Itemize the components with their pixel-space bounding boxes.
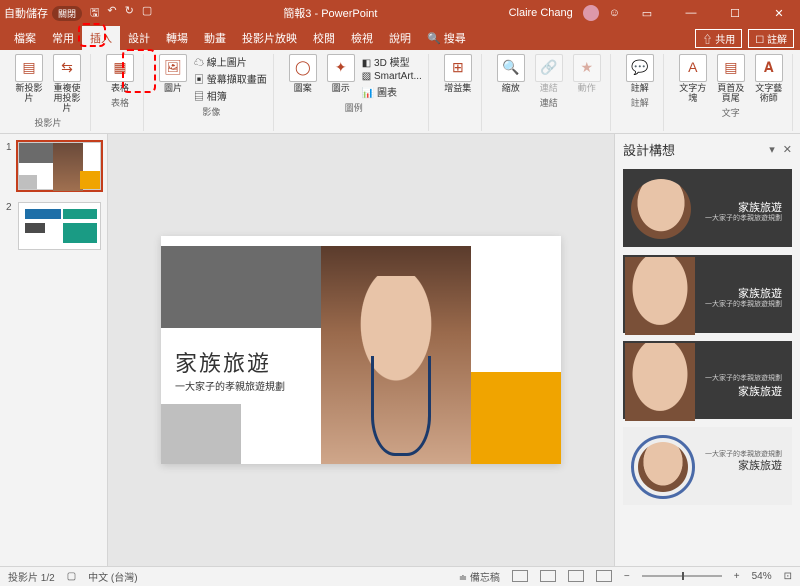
face-icon[interactable]: ☺: [609, 7, 620, 19]
comments-button[interactable]: ☐ 註解: [748, 29, 794, 48]
addins-button[interactable]: ⊞增益集: [441, 54, 475, 94]
smartart-button[interactable]: ▧ SmartArt...: [362, 71, 422, 82]
action-button[interactable]: ★動作: [570, 54, 604, 94]
status-bar: 投影片 1/2 ▢ 中文 (台灣) ≐ 備忘稿 − + 54% ⊡: [0, 566, 800, 586]
panel-title: 設計構想: [623, 140, 675, 159]
autosave-label: 自動儲存: [4, 5, 48, 21]
autosave-state: 關閉: [52, 6, 82, 21]
group-table: 表格: [111, 96, 129, 109]
slide-image-lanyard: [371, 356, 431, 456]
zoom-level[interactable]: 54%: [752, 571, 772, 582]
zoom-button[interactable]: 🔍縮放: [494, 54, 528, 94]
group-comment: 註解: [631, 96, 649, 109]
zoom-out-icon[interactable]: −: [624, 571, 630, 582]
slide-subtitle[interactable]: 一大家子的孝親旅遊規劃: [175, 378, 285, 393]
picture-button[interactable]: 🖼圖片: [156, 54, 190, 94]
design-idea-2[interactable]: 家族旅遊 一大家子的孝親旅遊規劃: [623, 255, 792, 333]
ribbon-tabs: 檔案 常用 插入 設計 轉場 動畫 投影片放映 校閱 檢視 說明 🔍 搜尋 ⇧ …: [0, 26, 800, 50]
notes-button[interactable]: ≐ 備忘稿: [459, 569, 500, 584]
icons-button[interactable]: ✦圖示: [324, 54, 358, 94]
slide-thumbnail-1[interactable]: [18, 142, 101, 190]
slide-thumbnail-2[interactable]: [18, 202, 101, 250]
thumb-number: 2: [6, 202, 14, 250]
online-picture-button[interactable]: ☁ 線上圖片: [194, 54, 267, 69]
close-icon[interactable]: ✕: [762, 7, 796, 20]
group-illustrations: 圖例: [345, 101, 363, 114]
model3d-button[interactable]: ◧ 3D 模型: [362, 54, 422, 69]
fit-window-icon[interactable]: ⊡: [784, 571, 792, 582]
slide-canvas[interactable]: 家族旅遊 一大家子的孝親旅遊規劃: [108, 134, 614, 566]
zoom-in-icon[interactable]: +: [734, 571, 740, 582]
screenshot-button[interactable]: ▣ 螢幕擷取畫面: [194, 71, 267, 86]
tab-slideshow[interactable]: 投影片放映: [234, 26, 305, 50]
panel-dropdown-icon[interactable]: ▾: [769, 143, 775, 156]
tab-home[interactable]: 常用: [44, 26, 82, 50]
redo-icon[interactable]: ↻: [125, 4, 134, 23]
group-slides: 投影片: [34, 116, 61, 129]
quick-access-toolbar: 🖫 ↶ ↻ ▢: [90, 4, 152, 23]
link-button[interactable]: 🔗連結: [532, 54, 566, 94]
user-name: Claire Chang: [509, 7, 573, 19]
new-slide-button[interactable]: ▤新投影片: [12, 54, 46, 104]
design-ideas-panel: 設計構想 ▾ ✕ 家族旅遊 一大家子的孝親旅遊規劃 家族旅遊 一大家子的孝親旅遊…: [614, 134, 800, 566]
photo-album-button[interactable]: ▤ 相簿: [194, 88, 267, 103]
tab-design[interactable]: 設計: [120, 26, 158, 50]
group-text: 文字: [722, 106, 740, 119]
wordart-button[interactable]: 𝐀文字藝術師: [752, 54, 786, 104]
maximize-icon[interactable]: ☐: [718, 7, 752, 20]
textbox-button[interactable]: A文字方塊: [676, 54, 710, 104]
tab-search[interactable]: 🔍 搜尋: [419, 26, 474, 50]
sorter-view-icon[interactable]: [540, 570, 556, 582]
title-bar: 自動儲存 關閉 🖫 ↶ ↻ ▢ 簡報3 - PowerPoint Claire …: [0, 0, 800, 26]
tab-view[interactable]: 檢視: [343, 26, 381, 50]
table-button[interactable]: ▦表格: [103, 54, 137, 94]
thumb-number: 1: [6, 142, 14, 190]
tab-insert[interactable]: 插入: [82, 26, 120, 50]
tab-file[interactable]: 檔案: [6, 26, 44, 50]
zoom-slider[interactable]: [642, 575, 722, 577]
slideshow-icon[interactable]: ▢: [142, 4, 152, 23]
normal-view-icon[interactable]: [512, 570, 528, 582]
slide-thumbnails: 1 2: [0, 134, 108, 566]
shapes-button[interactable]: ◯圖案: [286, 54, 320, 94]
save-icon[interactable]: 🖫: [90, 4, 99, 23]
slide-shape-yellow: [471, 372, 561, 464]
tab-help[interactable]: 說明: [381, 26, 419, 50]
ribbon-insert: ▤新投影片 ⇆重複使用投影片 投影片 ▦表格 表格 🖼圖片 ☁ 線上圖片 ▣ 螢…: [0, 50, 800, 134]
spellcheck-icon[interactable]: ▢: [67, 571, 76, 582]
undo-icon[interactable]: ↶: [107, 4, 116, 23]
slide-1[interactable]: 家族旅遊 一大家子的孝親旅遊規劃: [161, 236, 561, 464]
header-footer-button[interactable]: ▤頁首及頁尾: [714, 54, 748, 104]
tab-transitions[interactable]: 轉場: [158, 26, 196, 50]
reuse-slide-button[interactable]: ⇆重複使用投影片: [50, 54, 84, 114]
slide-shape-gray: [161, 246, 321, 328]
autosave-toggle[interactable]: 自動儲存 關閉: [4, 5, 82, 21]
tab-review[interactable]: 校閱: [305, 26, 343, 50]
design-idea-3[interactable]: 家族旅遊 一大家子的孝親旅遊規劃: [623, 341, 792, 419]
user-avatar[interactable]: [583, 5, 599, 21]
language-status[interactable]: 中文 (台灣): [88, 569, 137, 584]
comment-button[interactable]: 💬註解: [623, 54, 657, 94]
reading-view-icon[interactable]: [568, 570, 584, 582]
design-idea-1[interactable]: 家族旅遊 一大家子的孝親旅遊規劃: [623, 169, 792, 247]
minimize-icon[interactable]: —: [674, 7, 708, 19]
chart-button[interactable]: 📊 圖表: [362, 84, 422, 99]
design-idea-4[interactable]: 家族旅遊 一大家子的孝親旅遊規劃: [623, 427, 792, 505]
group-images: 影像: [202, 105, 220, 118]
panel-close-icon[interactable]: ✕: [783, 143, 792, 156]
ribbon-options-icon[interactable]: ▭: [630, 7, 664, 20]
slide-shape-lightgray: [161, 404, 241, 464]
group-links: 連結: [540, 96, 558, 109]
slide-title[interactable]: 家族旅遊: [175, 346, 271, 378]
document-title: 簡報3 - PowerPoint: [152, 5, 508, 21]
tab-animations[interactable]: 動畫: [196, 26, 234, 50]
slide-counter[interactable]: 投影片 1/2: [8, 569, 55, 584]
slideshow-view-icon[interactable]: [596, 570, 612, 582]
share-button[interactable]: ⇧ 共用: [695, 29, 742, 48]
